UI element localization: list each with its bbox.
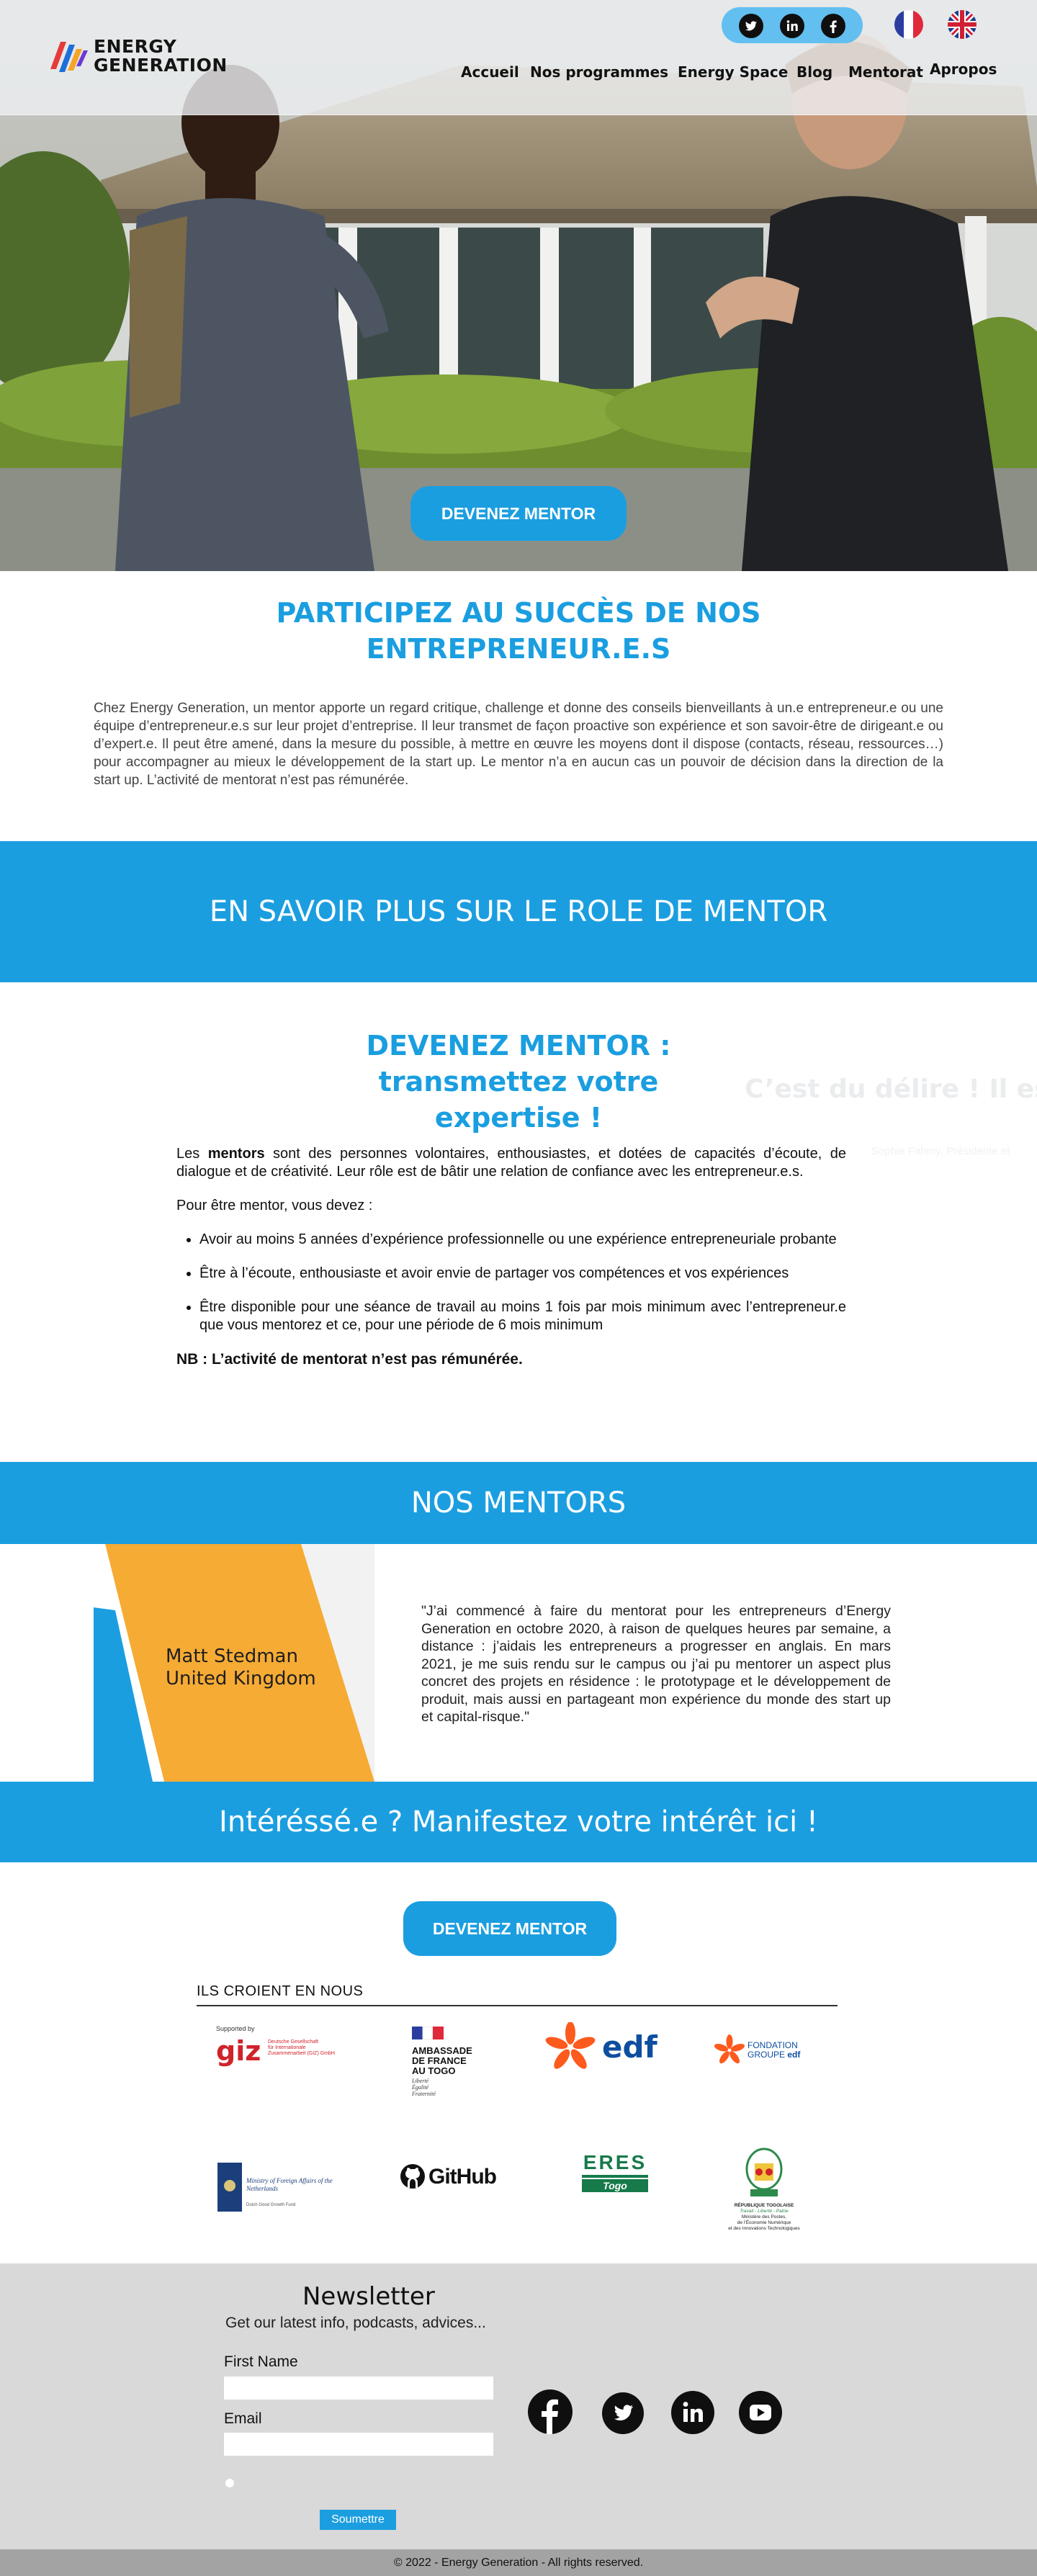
- logo-line-2: GENERATION: [94, 55, 228, 76]
- list-item: Être à l’écoute, enthousiaste et avoir e…: [199, 1265, 846, 1283]
- interest-banner[interactable]: Intéréssé.e ? Manifestez votre intérêt i…: [0, 1782, 1037, 1862]
- ghost-testimonial-author: Sophie Fahmy, Présidente et: [871, 1145, 1010, 1157]
- nav-accueil[interactable]: Accueil: [461, 63, 519, 81]
- eres-togo-logo[interactable]: ERES Togo: [582, 2152, 648, 2192]
- footer-twitter-icon[interactable]: [602, 2392, 644, 2438]
- nav-mentorat[interactable]: Mentorat: [848, 63, 923, 81]
- copyright-bar: © 2022 - Energy Generation - All rights …: [0, 2549, 1037, 2576]
- edf-logo[interactable]: edf: [544, 2021, 667, 2073]
- netherlands-crest-icon: [217, 2163, 242, 2212]
- testimonial-quote: "J’ai commencé à faire du mentorat pour …: [421, 1603, 891, 1725]
- ghost-testimonial-heading: C’est du délire ! Il est t: [745, 1074, 1037, 1104]
- facebook-icon[interactable]: [821, 14, 845, 38]
- newsletter-subtitle: Get our latest info, podcasts, advices..…: [225, 2315, 486, 2331]
- logo-mark-icon: [50, 42, 88, 72]
- linkedin-icon[interactable]: [780, 14, 804, 38]
- ambassade-france-logo[interactable]: AMBASSADE DE FRANCE AU TOGO Liberté Égalité…: [412, 2026, 498, 2106]
- partners-heading: ILS CROIENT EN NOUS: [197, 1983, 364, 1999]
- mentor-requirements-list: Avoir au moins 5 années d’expérience pro…: [199, 1231, 846, 1334]
- twitter-icon[interactable]: [739, 14, 763, 38]
- testimonial-author-country: United Kingdom: [166, 1668, 316, 1689]
- mentor-title-line-2: transmettez votre expertise !: [378, 1066, 659, 1134]
- list-item: Être disponible pour une séance de trava…: [199, 1298, 846, 1334]
- email-input[interactable]: [224, 2433, 493, 2456]
- intro-paragraph: Chez Energy Generation, un mentor apport…: [94, 701, 943, 788]
- intro-title: PARTICIPEZ AU SUCCÈS DE NOS ENTREPRENEUR…: [276, 597, 761, 665]
- role-banner[interactable]: EN SAVOIR PLUS SUR LE ROLE DE MENTOR: [0, 841, 1037, 982]
- footer-linkedin-icon[interactable]: [671, 2391, 714, 2438]
- marianne-icon: [412, 2026, 444, 2040]
- header-social-bar: [722, 7, 863, 43]
- footer-youtube-icon[interactable]: [739, 2391, 782, 2438]
- nav-energy-space[interactable]: Energy Space: [678, 63, 788, 81]
- partners-divider: [197, 2005, 838, 2006]
- logo-line-1: ENERGY: [94, 36, 177, 57]
- netherlands-mfa-logo[interactable]: Ministry of Foreign Affairs of the Nether…: [217, 2163, 347, 2213]
- energy-generation-logo[interactable]: ENERGY GENERATION: [48, 35, 235, 78]
- footer-section: [0, 2263, 1037, 2549]
- github-octocat-icon: [400, 2164, 425, 2189]
- first-name-input[interactable]: [224, 2377, 493, 2400]
- mentor-title-line-1: DEVENEZ MENTOR :: [366, 1030, 671, 1062]
- testimonial-author-name: Matt Stedman: [166, 1646, 298, 1667]
- togo-coat-of-arms-icon: [745, 2148, 783, 2196]
- nav-blog[interactable]: Blog: [796, 63, 832, 81]
- footer-facebook-icon[interactable]: [528, 2389, 573, 2438]
- giz-logo[interactable]: Supported by giz Deutsche Gesellschaft fü…: [216, 2025, 338, 2068]
- togo-ministry-logo[interactable]: RÉPUBLIQUE TOGOLAISE Travail - Liberté -…: [717, 2148, 811, 2241]
- fondation-edf-logo[interactable]: FONDATION GROUPE edf: [713, 2034, 821, 2070]
- testimonial-author: Matt Stedman United Kingdom: [166, 1646, 316, 1690]
- nav-nos-programmes[interactable]: Nos programmes: [530, 63, 668, 81]
- mentor-description: Les mentors sont des personnes volontair…: [176, 1145, 846, 1368]
- list-item: Avoir au moins 5 années d’expérience pro…: [199, 1231, 846, 1249]
- flag-uk-icon[interactable]: [948, 10, 977, 39]
- become-mentor-button[interactable]: DEVENEZ MENTOR: [403, 1901, 616, 1956]
- consent-radio[interactable]: [225, 2479, 234, 2487]
- flag-fr-icon[interactable]: [894, 10, 923, 39]
- mentor-title: DEVENEZ MENTOR : transmettez votre exper…: [302, 1028, 735, 1136]
- newsletter-title: Newsletter: [302, 2282, 435, 2311]
- email-label: Email: [224, 2410, 262, 2427]
- mentor-nb-note: NB : L’activité de mentorat n’est pas ré…: [176, 1351, 523, 1368]
- mentors-banner: NOS MENTORS: [0, 1462, 1037, 1544]
- site-header: ENERGY GENERATION Accueil Nos programmes…: [0, 0, 1037, 115]
- fondation-sun-icon: [714, 2034, 745, 2064]
- edf-sun-icon: [545, 2021, 596, 2069]
- mentor-requirements-intro: Pour être mentor, vous devez :: [176, 1198, 373, 1213]
- mentor-intro-paragraph: Les mentors sont des personnes volontair…: [176, 1146, 846, 1180]
- github-logo[interactable]: GitHub: [400, 2160, 508, 2192]
- hero-section: ENERGY GENERATION Accueil Nos programmes…: [0, 0, 1037, 571]
- first-name-label: First Name: [224, 2353, 298, 2370]
- newsletter-submit-button[interactable]: Soumettre: [320, 2510, 396, 2530]
- nav-apropos[interactable]: Apropos: [930, 60, 997, 78]
- hero-become-mentor-button[interactable]: DEVENEZ MENTOR: [410, 486, 627, 541]
